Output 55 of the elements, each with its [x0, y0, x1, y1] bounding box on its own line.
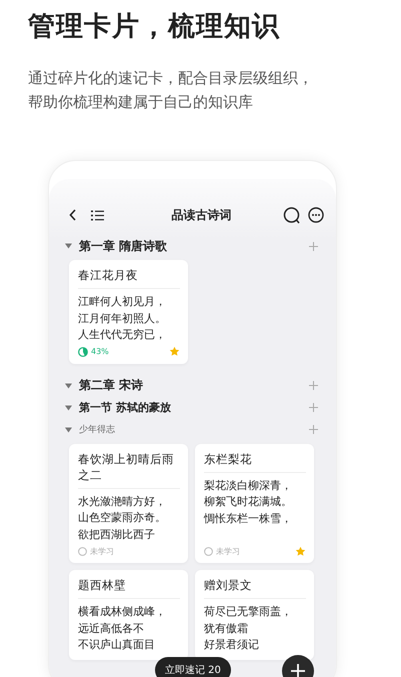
search-icon[interactable] [283, 206, 300, 224]
subtitle: 通过碎片化的速记卡，配合目录层级组织， [28, 68, 314, 89]
card-title: 赠刘景文 [204, 577, 306, 599]
card-text: 惆怅东栏一株雪， [204, 510, 293, 526]
card-title: 题西林壁 [78, 577, 180, 599]
card-title: 春江花月夜 [78, 267, 180, 289]
circle-icon [78, 546, 87, 556]
card-text: 梨花淡白柳深青， [204, 478, 293, 494]
card-title: 春饮湖上初晴后雨之二 [78, 450, 180, 488]
caret-icon[interactable] [65, 243, 72, 249]
card-text: 远近高低各不 [78, 620, 145, 636]
add-icon[interactable] [309, 381, 318, 390]
progress-text: 43% [91, 347, 109, 356]
back-icon[interactable] [69, 209, 77, 221]
card-text: 柳絮飞时花满城。 [204, 494, 293, 510]
card-text: 江月何年初照人。 [78, 310, 167, 326]
note-card[interactable]: 东栏梨花 梨花淡白柳深青， 柳絮飞时花满城。 惆怅东栏一株雪， 未学习 [195, 444, 314, 563]
card-text: 犹有傲霜 [204, 620, 249, 636]
card-text: 人生代代无穷已， [78, 327, 167, 343]
outline-heading[interactable]: 第一章 隋唐诗歌 [79, 238, 309, 254]
headline: 管理卡片，梳理知识 [28, 10, 281, 44]
subtitle: 帮助你梳理构建属于自己的知识库 [28, 92, 254, 113]
caret-icon[interactable] [65, 382, 72, 388]
card-text: 好景君须记 [204, 637, 260, 653]
quick-note-button[interactable]: 立即速记 20 [155, 657, 231, 677]
note-card[interactable]: 春饮湖上初晴后雨之二 水光潋滟晴方好， 山色空蒙雨亦奇。 欲把西湖比西子 未学习 [69, 444, 188, 563]
outline-heading[interactable]: 第一节 苏轼的豪放 [79, 400, 309, 415]
card-text: 山色空蒙雨亦奇。 [78, 510, 167, 526]
circle-icon [204, 546, 213, 556]
card-text: 水光潋滟晴方好， [78, 494, 167, 510]
add-icon[interactable] [309, 425, 318, 434]
card-text: 江畔何人初见月， [78, 294, 167, 310]
note-card[interactable]: 赠刘景文 荷尽已无擎雨盖， 犹有傲霜 好景君须记 [195, 570, 314, 660]
add-icon[interactable] [309, 242, 318, 250]
card-text: 横看成林侧成峰， [78, 604, 167, 620]
outline-heading[interactable]: 少年得志 [79, 423, 309, 436]
status-text: 未学习 [90, 546, 114, 556]
page-title: 品读古诗词 [170, 206, 232, 224]
note-card[interactable]: 题西林壁 横看成林侧成峰， 远近高低各不 不识庐山真面目 [69, 570, 188, 660]
note-card[interactable]: 春江花月夜 江畔何人初见月， 江月何年初照人。 人生代代无穷已， 43% [69, 260, 188, 364]
card-title: 东栏梨花 [204, 450, 306, 472]
caret-icon[interactable] [65, 426, 72, 432]
more-icon[interactable] [308, 207, 324, 223]
progress-icon [78, 346, 88, 356]
card-text: 不识庐山真面目 [78, 637, 156, 653]
plus-icon [290, 663, 306, 677]
list-icon[interactable] [91, 210, 104, 220]
caret-icon[interactable] [65, 404, 72, 410]
add-icon[interactable] [309, 403, 318, 412]
card-text: 荷尽已无擎雨盖， [204, 604, 293, 620]
star-icon[interactable] [169, 346, 180, 357]
star-icon[interactable] [295, 546, 306, 556]
status-text: 未学习 [216, 546, 240, 556]
card-text: 欲把西湖比西子 [78, 526, 156, 542]
outline-heading[interactable]: 第二章 宋诗 [79, 377, 309, 394]
